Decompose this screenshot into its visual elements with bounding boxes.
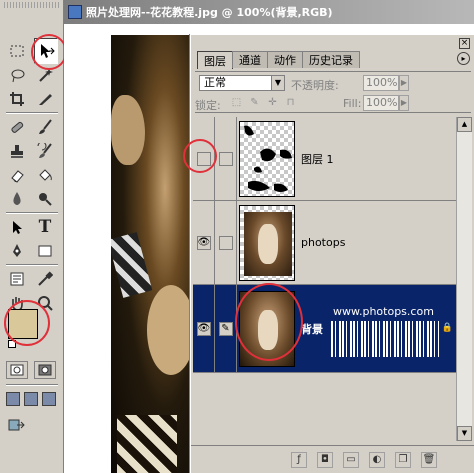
crop-tool-icon[interactable] (6, 88, 28, 110)
chevron-down-icon: ▼ (271, 76, 284, 90)
layer-row[interactable]: 👁 photops (193, 201, 457, 285)
layer-thumbnail (239, 121, 295, 197)
lock-icon: 🔒 (441, 323, 453, 333)
blur-tool-icon[interactable] (6, 188, 28, 210)
healing-brush-icon[interactable] (6, 116, 28, 138)
document-icon (68, 5, 82, 19)
lock-position-icon[interactable]: ✛ (267, 97, 278, 108)
document-title: 照片处理网--花花教程.jpg @ 100%(背景,RGB) (86, 6, 333, 19)
toolbox-separator (6, 112, 58, 114)
tab-layers[interactable]: 图层 (197, 51, 233, 69)
slice-tool-icon[interactable] (34, 88, 56, 110)
standard-mode-button[interactable] (6, 361, 28, 379)
eye-icon[interactable]: 👁 (196, 321, 211, 336)
history-brush-icon[interactable] (34, 140, 56, 162)
dodge-tool-icon[interactable] (34, 188, 56, 210)
layer-name: 背景 (301, 322, 323, 336)
type-tool-icon[interactable]: T (34, 216, 56, 238)
new-layer-icon[interactable]: ❐ (395, 452, 411, 468)
standard-screen-mode-icon[interactable] (6, 392, 20, 406)
canvas-image[interactable] (111, 35, 201, 473)
link-toggle[interactable] (218, 235, 233, 250)
paint-bucket-icon[interactable] (34, 164, 56, 186)
visibility-cell[interactable] (193, 117, 215, 200)
toolbox-separator (6, 212, 58, 214)
delete-layer-icon[interactable]: 🗑 (421, 452, 437, 468)
path-selection-icon[interactable] (6, 216, 28, 238)
lock-image-icon[interactable]: ✎ (249, 97, 260, 108)
move-tool-icon[interactable] (34, 38, 58, 64)
blend-mode-value: 正常 (204, 76, 226, 89)
barcode-graphic (331, 321, 439, 357)
opacity-slider-button[interactable]: ▶ (399, 75, 409, 91)
layer-name: photops (301, 236, 346, 249)
jump-to-imageready-icon[interactable] (6, 414, 28, 436)
lock-transparency-icon[interactable]: ⬚ (231, 97, 242, 108)
layer-options-row: 正常 ▼ 不透明度: 100% ▶ (195, 71, 471, 92)
toolbox-separator (6, 384, 58, 386)
panel-footer: ƒ ◘ ▭ ◐ ❐ 🗑 (191, 445, 474, 473)
toolbox-separator (6, 264, 58, 266)
adjustment-layer-icon[interactable]: ◐ (369, 452, 385, 468)
scroll-down-button[interactable]: ▼ (457, 426, 472, 441)
brush-icon[interactable]: ✎ (218, 321, 233, 336)
new-set-icon[interactable]: ▭ (343, 452, 359, 468)
opacity-label: 不透明度: (291, 79, 339, 92)
toolbox: T (0, 0, 67, 473)
rectangle-tool-icon[interactable] (34, 240, 56, 262)
link-cell[interactable]: ✎ (215, 285, 237, 372)
tab-actions[interactable]: 动作 (267, 51, 303, 68)
clone-stamp-icon[interactable] (6, 140, 28, 162)
panel-menu-button[interactable]: ▸ (457, 52, 470, 65)
opacity-field[interactable]: 100% (363, 75, 399, 91)
fill-slider-button[interactable]: ▶ (399, 95, 409, 111)
layer-row[interactable]: 图层 1 (193, 117, 457, 201)
panel-close-button[interactable]: × (459, 38, 470, 49)
default-colors-icon[interactable] (8, 340, 16, 348)
link-cell[interactable] (215, 201, 237, 284)
magic-wand-tool-icon[interactable] (34, 64, 56, 86)
tab-channels[interactable]: 通道 (232, 51, 268, 68)
pen-tool-icon[interactable] (6, 240, 28, 262)
eye-icon[interactable]: 👁 (196, 235, 211, 250)
quick-mask-mode-button[interactable] (34, 361, 56, 379)
marquee-tool-icon[interactable] (6, 40, 28, 62)
link-cell[interactable] (215, 117, 237, 200)
fill-field[interactable]: 100% (363, 95, 399, 111)
layer-thumbnail (239, 205, 295, 281)
photoshop-window: T 照片处理网--花花教程.jpg @ 100%(背景,RGB) × 图层 通道… (0, 0, 474, 473)
full-screen-menu-mode-icon[interactable] (24, 392, 38, 406)
lock-row: 锁定: ⬚ ✎ ✛ ⊓ Fill: 100% ▶ (195, 93, 471, 113)
foreground-color-swatch[interactable] (8, 309, 38, 339)
scroll-up-button[interactable]: ▲ (457, 117, 472, 132)
fill-label: Fill: (343, 97, 362, 110)
notes-tool-icon[interactable] (6, 268, 28, 290)
eraser-tool-icon[interactable] (6, 164, 28, 186)
watermark-text: www.photops.com (333, 305, 434, 318)
link-toggle[interactable] (218, 151, 233, 166)
tab-history[interactable]: 历史记录 (302, 51, 360, 68)
eyedropper-tool-icon[interactable] (34, 268, 56, 290)
add-mask-icon[interactable]: ◘ (317, 452, 333, 468)
layer-thumbnail (239, 291, 295, 367)
blend-mode-select[interactable]: 正常 ▼ (199, 75, 285, 91)
brush-tool-icon[interactable] (34, 116, 56, 138)
visibility-cell[interactable]: 👁 (193, 285, 215, 372)
panel-tabs: 图层 通道 动作 历史记录 (197, 51, 360, 69)
visibility-toggle[interactable] (196, 151, 211, 166)
layer-style-icon[interactable]: ƒ (291, 452, 307, 468)
lasso-tool-icon[interactable] (6, 64, 28, 86)
document-titlebar[interactable]: 照片处理网--花花教程.jpg @ 100%(背景,RGB) (64, 0, 474, 24)
full-screen-mode-icon[interactable] (42, 392, 56, 406)
layer-row-selected[interactable]: 👁 ✎ 背景 www.photops.com 🔒 (193, 285, 457, 373)
layer-name: 图层 1 (301, 152, 334, 166)
layers-scrollbar[interactable]: ▲ ▼ (456, 117, 472, 441)
toolbox-grip[interactable] (4, 2, 60, 8)
layers-list: 图层 1 👁 photops 👁 ✎ 背景 www.photops.com 🔒 (193, 117, 457, 441)
visibility-cell[interactable]: 👁 (193, 201, 215, 284)
layers-panel: × 图层 通道 动作 历史记录 ▸ 正常 ▼ 不透明度: 100% ▶ 锁定: … (183, 34, 474, 473)
lock-all-icon[interactable]: ⊓ (285, 97, 296, 108)
lock-label: 锁定: (195, 99, 221, 112)
